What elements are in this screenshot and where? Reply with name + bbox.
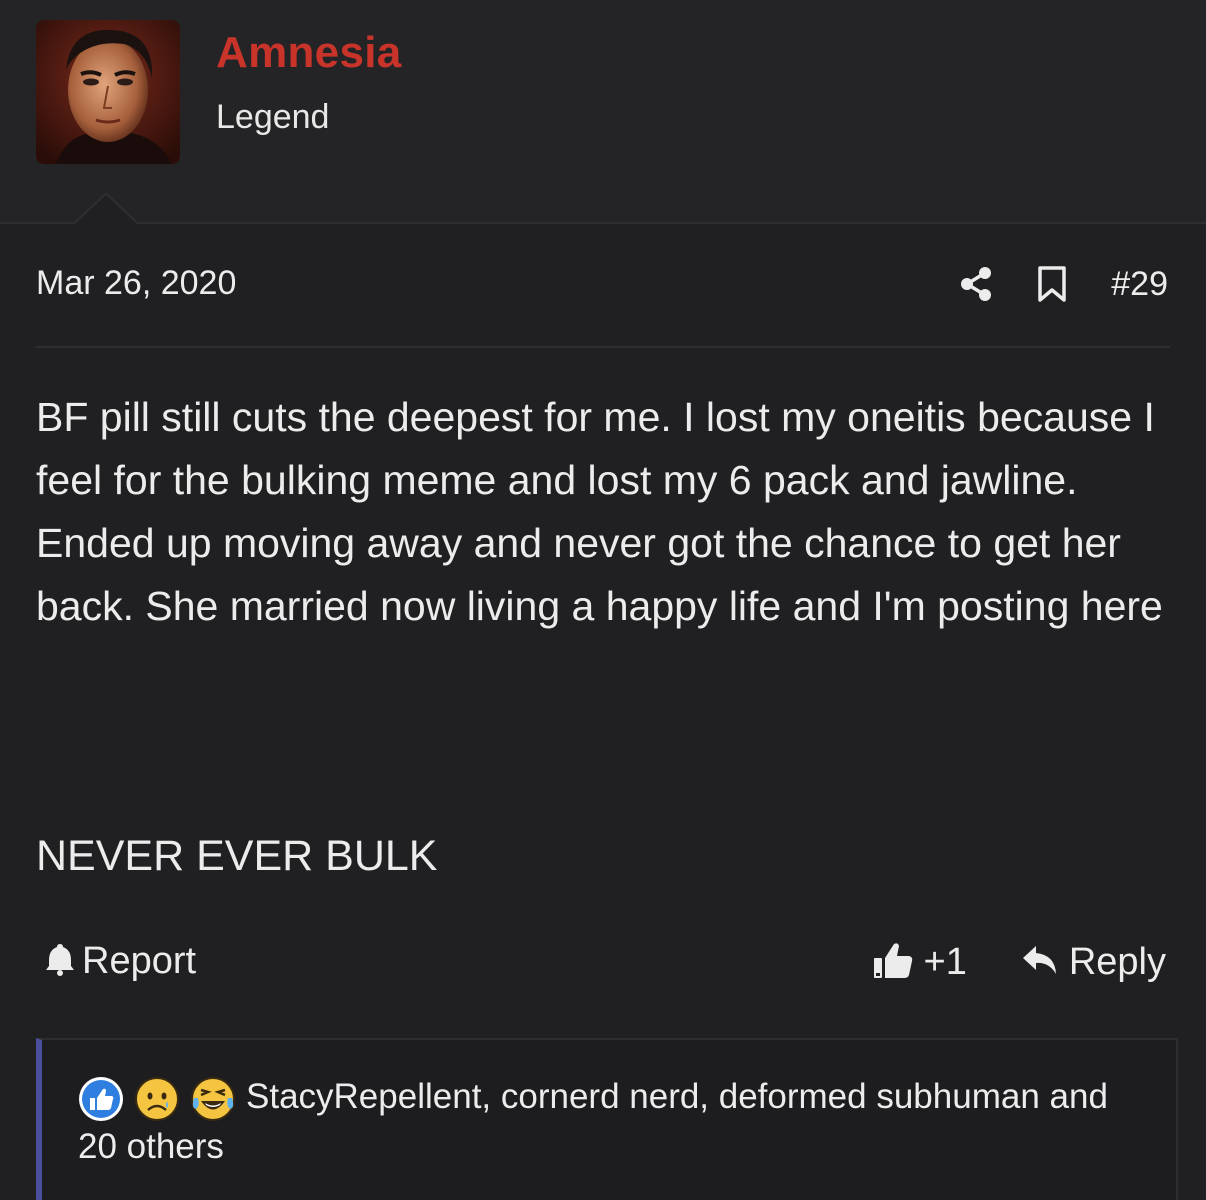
post-number[interactable]: #29 — [1111, 265, 1168, 304]
like-count: +1 — [923, 941, 967, 983]
like-button[interactable]: +1 — [872, 940, 967, 985]
reply-label: Reply — [1068, 941, 1166, 983]
author-title: Legend — [216, 98, 330, 136]
bell-icon — [44, 942, 76, 981]
post-date[interactable]: Mar 26, 2020 — [36, 264, 236, 303]
reply-button[interactable]: Reply — [1021, 941, 1166, 984]
laughing-crying-reaction-icon[interactable] — [190, 1076, 236, 1122]
like-reaction-icon[interactable] — [78, 1076, 124, 1122]
avatar-image — [36, 20, 180, 164]
reactions-bar[interactable]: StacyRepellent, cornerd nerd, deformed s… — [36, 1038, 1178, 1200]
author-name[interactable]: Amnesia — [216, 28, 402, 78]
avatar[interactable] — [36, 20, 180, 164]
share-icon[interactable] — [959, 266, 993, 302]
post-shout-line: NEVER EVER BULK — [36, 832, 438, 880]
sad-reaction-icon[interactable] — [134, 1076, 180, 1122]
post-author-header: Amnesia Legend — [0, 0, 1206, 224]
header-caret-fill — [74, 195, 138, 225]
post-footer-actions: +1 Reply — [872, 940, 1166, 985]
post-body: BF pill still cuts the deepest for me. I… — [36, 394, 1163, 629]
thumbs-up-icon — [872, 940, 914, 985]
reply-arrow-icon — [1021, 944, 1059, 981]
bookmark-icon[interactable] — [1037, 265, 1067, 303]
post-meta-actions: #29 — [959, 262, 1168, 306]
meta-divider — [36, 346, 1170, 348]
reactions-summary: StacyRepellent, cornerd nerd, deformed s… — [78, 1072, 1128, 1172]
report-button[interactable]: Report — [44, 940, 196, 983]
report-label: Report — [82, 940, 197, 982]
